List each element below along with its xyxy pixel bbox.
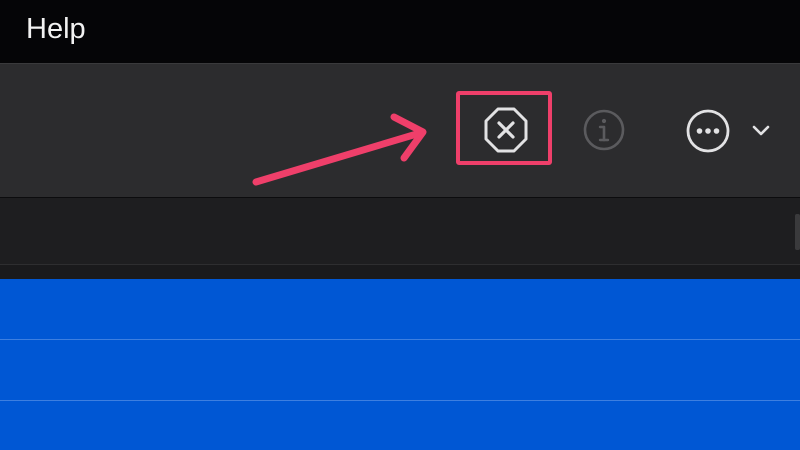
toolbar xyxy=(0,64,800,197)
scroll-handle[interactable] xyxy=(795,214,800,250)
info-button[interactable] xyxy=(580,106,628,154)
row-divider xyxy=(0,339,800,340)
menu-help[interactable]: Help xyxy=(26,13,86,46)
selected-rows[interactable] xyxy=(0,279,800,450)
info-icon xyxy=(583,109,625,151)
chevron-down-icon xyxy=(752,125,770,136)
row-divider xyxy=(0,400,800,401)
separator-row xyxy=(0,264,800,280)
highlight-box xyxy=(456,91,552,165)
more-button[interactable] xyxy=(683,106,733,156)
more-icon xyxy=(686,109,730,153)
menu-bar: Help xyxy=(0,0,800,64)
more-dropdown-button[interactable] xyxy=(748,118,774,142)
column-header-bar xyxy=(0,198,800,264)
